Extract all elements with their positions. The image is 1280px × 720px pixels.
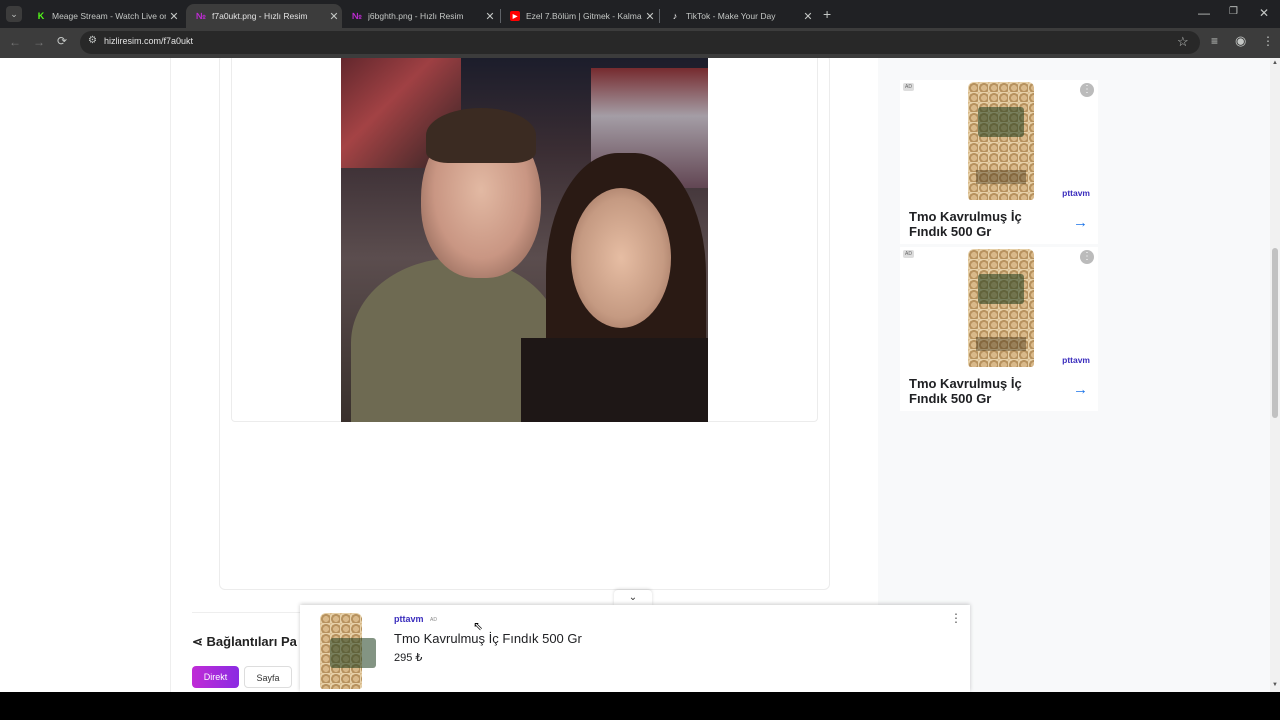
taskbar-strip bbox=[0, 692, 1280, 720]
reload-icon[interactable]: ⟳ bbox=[57, 34, 67, 48]
mouse-cursor: ⇖ bbox=[473, 619, 484, 633]
forward-icon[interactable]: → bbox=[33, 35, 45, 49]
ad-options-icon[interactable]: ⋮ bbox=[1080, 250, 1094, 264]
back-icon[interactable]: ← bbox=[9, 35, 21, 49]
tiktok-icon: ♪ bbox=[672, 11, 678, 21]
menu-icon[interactable]: ⋮ bbox=[1262, 34, 1274, 48]
product-image[interactable] bbox=[968, 82, 1034, 200]
hizliresim-icon: № bbox=[351, 11, 363, 21]
share-divider bbox=[192, 612, 302, 613]
page-link-button[interactable]: Sayfa bbox=[244, 666, 292, 688]
ad-badge: AD bbox=[903, 83, 914, 91]
sticky-ad-price: 295 ₺ bbox=[394, 652, 423, 664]
scroll-up-icon[interactable]: ▲ bbox=[1272, 60, 1278, 66]
tab-strip: ⌄ K Meage Stream - Watch Live on ✕ № f7a… bbox=[0, 0, 1280, 28]
ad-card[interactable]: AD ⋮ pttavm Tmo Kavrulmuş İç Fındık 500 … bbox=[900, 247, 1098, 411]
ad-options-icon[interactable]: ⋮ bbox=[950, 611, 962, 625]
ad-brand: pttavm bbox=[1062, 188, 1090, 198]
ad-title[interactable]: Tmo Kavrulmuş İç Fındık 500 Gr bbox=[909, 209, 1049, 239]
tab-search-button[interactable]: ⌄ bbox=[6, 6, 22, 22]
close-tab-icon[interactable]: ✕ bbox=[326, 10, 342, 23]
ad-brand: pttavm bbox=[1062, 355, 1090, 365]
share-heading-text: Bağlantıları Pa bbox=[206, 634, 297, 649]
tab-2[interactable]: № j6bghth.png - Hızlı Resim ✕ bbox=[342, 4, 498, 28]
sticky-ad-title[interactable]: Tmo Kavrulmuş İç Fındık 500 Gr bbox=[394, 631, 582, 646]
right-sidebar: AD ⋮ pttavm Tmo Kavrulmuş İç Fındık 500 … bbox=[878, 58, 1270, 692]
media-controls-icon[interactable]: ≡ bbox=[1211, 34, 1218, 48]
uploaded-image[interactable] bbox=[341, 58, 708, 422]
scroll-down-icon[interactable]: ▼ bbox=[1272, 682, 1278, 688]
product-image[interactable] bbox=[968, 249, 1034, 367]
share-icon: ⋖ bbox=[192, 634, 203, 649]
close-tab-icon[interactable]: ✕ bbox=[166, 10, 182, 23]
site-info-icon[interactable]: ⚙ bbox=[88, 35, 97, 46]
close-tab-icon[interactable]: ✕ bbox=[482, 10, 498, 23]
arrow-right-icon[interactable]: → bbox=[1073, 214, 1088, 231]
tab-0[interactable]: K Meage Stream - Watch Live on ✕ bbox=[26, 4, 182, 28]
close-tab-icon[interactable]: ✕ bbox=[800, 10, 816, 23]
arrow-right-icon[interactable]: → bbox=[1073, 381, 1088, 398]
ad-card[interactable]: AD ⋮ pttavm Tmo Kavrulmuş İç Fındık 500 … bbox=[900, 80, 1098, 244]
sticky-ad-brand: pttavm bbox=[394, 614, 424, 624]
ad-options-icon[interactable]: ⋮ bbox=[1080, 83, 1094, 97]
page-viewport: AD ⋮ pttavm Tmo Kavrulmuş İç Fındık 500 … bbox=[0, 58, 1270, 692]
share-heading: ⋖ Bağlantıları Pa bbox=[192, 634, 297, 650]
tab-1[interactable]: № f7a0ukt.png - Hızlı Resim ✕ bbox=[186, 4, 342, 28]
restore-icon[interactable]: ❐ bbox=[1229, 6, 1238, 17]
photo-person-top bbox=[521, 338, 708, 422]
profile-icon[interactable]: ◉ bbox=[1235, 33, 1246, 49]
product-image[interactable] bbox=[320, 613, 376, 689]
address-bar[interactable]: ⚙ hizliresim.com/f7a0ukt ☆ bbox=[80, 31, 1200, 54]
left-gutter bbox=[0, 58, 170, 692]
tab-title: TikTok - Make Your Day bbox=[686, 11, 776, 21]
hizliresim-icon: № bbox=[195, 11, 207, 21]
new-tab-icon[interactable]: + bbox=[823, 6, 831, 22]
collapse-ad-button[interactable]: ⌄ bbox=[614, 590, 652, 606]
ad-badge: AD bbox=[903, 250, 914, 258]
tab-4[interactable]: ♪ TikTok - Make Your Day ✕ bbox=[660, 4, 816, 28]
youtube-icon: ▶ bbox=[510, 11, 520, 21]
url-text: hizliresim.com/f7a0ukt bbox=[104, 36, 194, 46]
tab-title: f7a0ukt.png - Hızlı Resim bbox=[212, 11, 308, 21]
sticky-ad-badge: AD bbox=[430, 617, 437, 623]
minimize-icon[interactable]: — bbox=[1198, 6, 1210, 20]
close-tab-icon[interactable]: ✕ bbox=[642, 10, 658, 23]
sticky-ad[interactable]: pttavm AD Tmo Kavrulmuş İç Fındık 500 Gr… bbox=[300, 605, 970, 692]
kick-icon: K bbox=[37, 11, 45, 21]
tab-title: Ezel 7.Bölüm | Gitmek - Kalmak bbox=[526, 11, 642, 21]
tab-3[interactable]: ▶ Ezel 7.Bölüm | Gitmek - Kalmak ✕ bbox=[500, 4, 658, 28]
photo-person-hair bbox=[426, 108, 536, 163]
page-scrollbar[interactable]: ▲ ▼ bbox=[1270, 58, 1280, 692]
content-divider bbox=[170, 58, 171, 692]
direct-link-button[interactable]: Direkt bbox=[192, 666, 239, 688]
close-window-icon[interactable]: ✕ bbox=[1259, 6, 1269, 20]
photo-person-face bbox=[571, 188, 671, 328]
scrollbar-thumb[interactable] bbox=[1272, 248, 1278, 418]
bookmark-star-icon[interactable]: ☆ bbox=[1177, 34, 1189, 50]
tab-title: Meage Stream - Watch Live on bbox=[52, 11, 166, 21]
tab-title: j6bghth.png - Hızlı Resim bbox=[368, 11, 464, 21]
browser-toolbar: ← → ⟳ ⚙ hizliresim.com/f7a0ukt ☆ ≡ ◉ ⋮ bbox=[0, 28, 1280, 58]
ad-title[interactable]: Tmo Kavrulmuş İç Fındık 500 Gr bbox=[909, 376, 1049, 406]
